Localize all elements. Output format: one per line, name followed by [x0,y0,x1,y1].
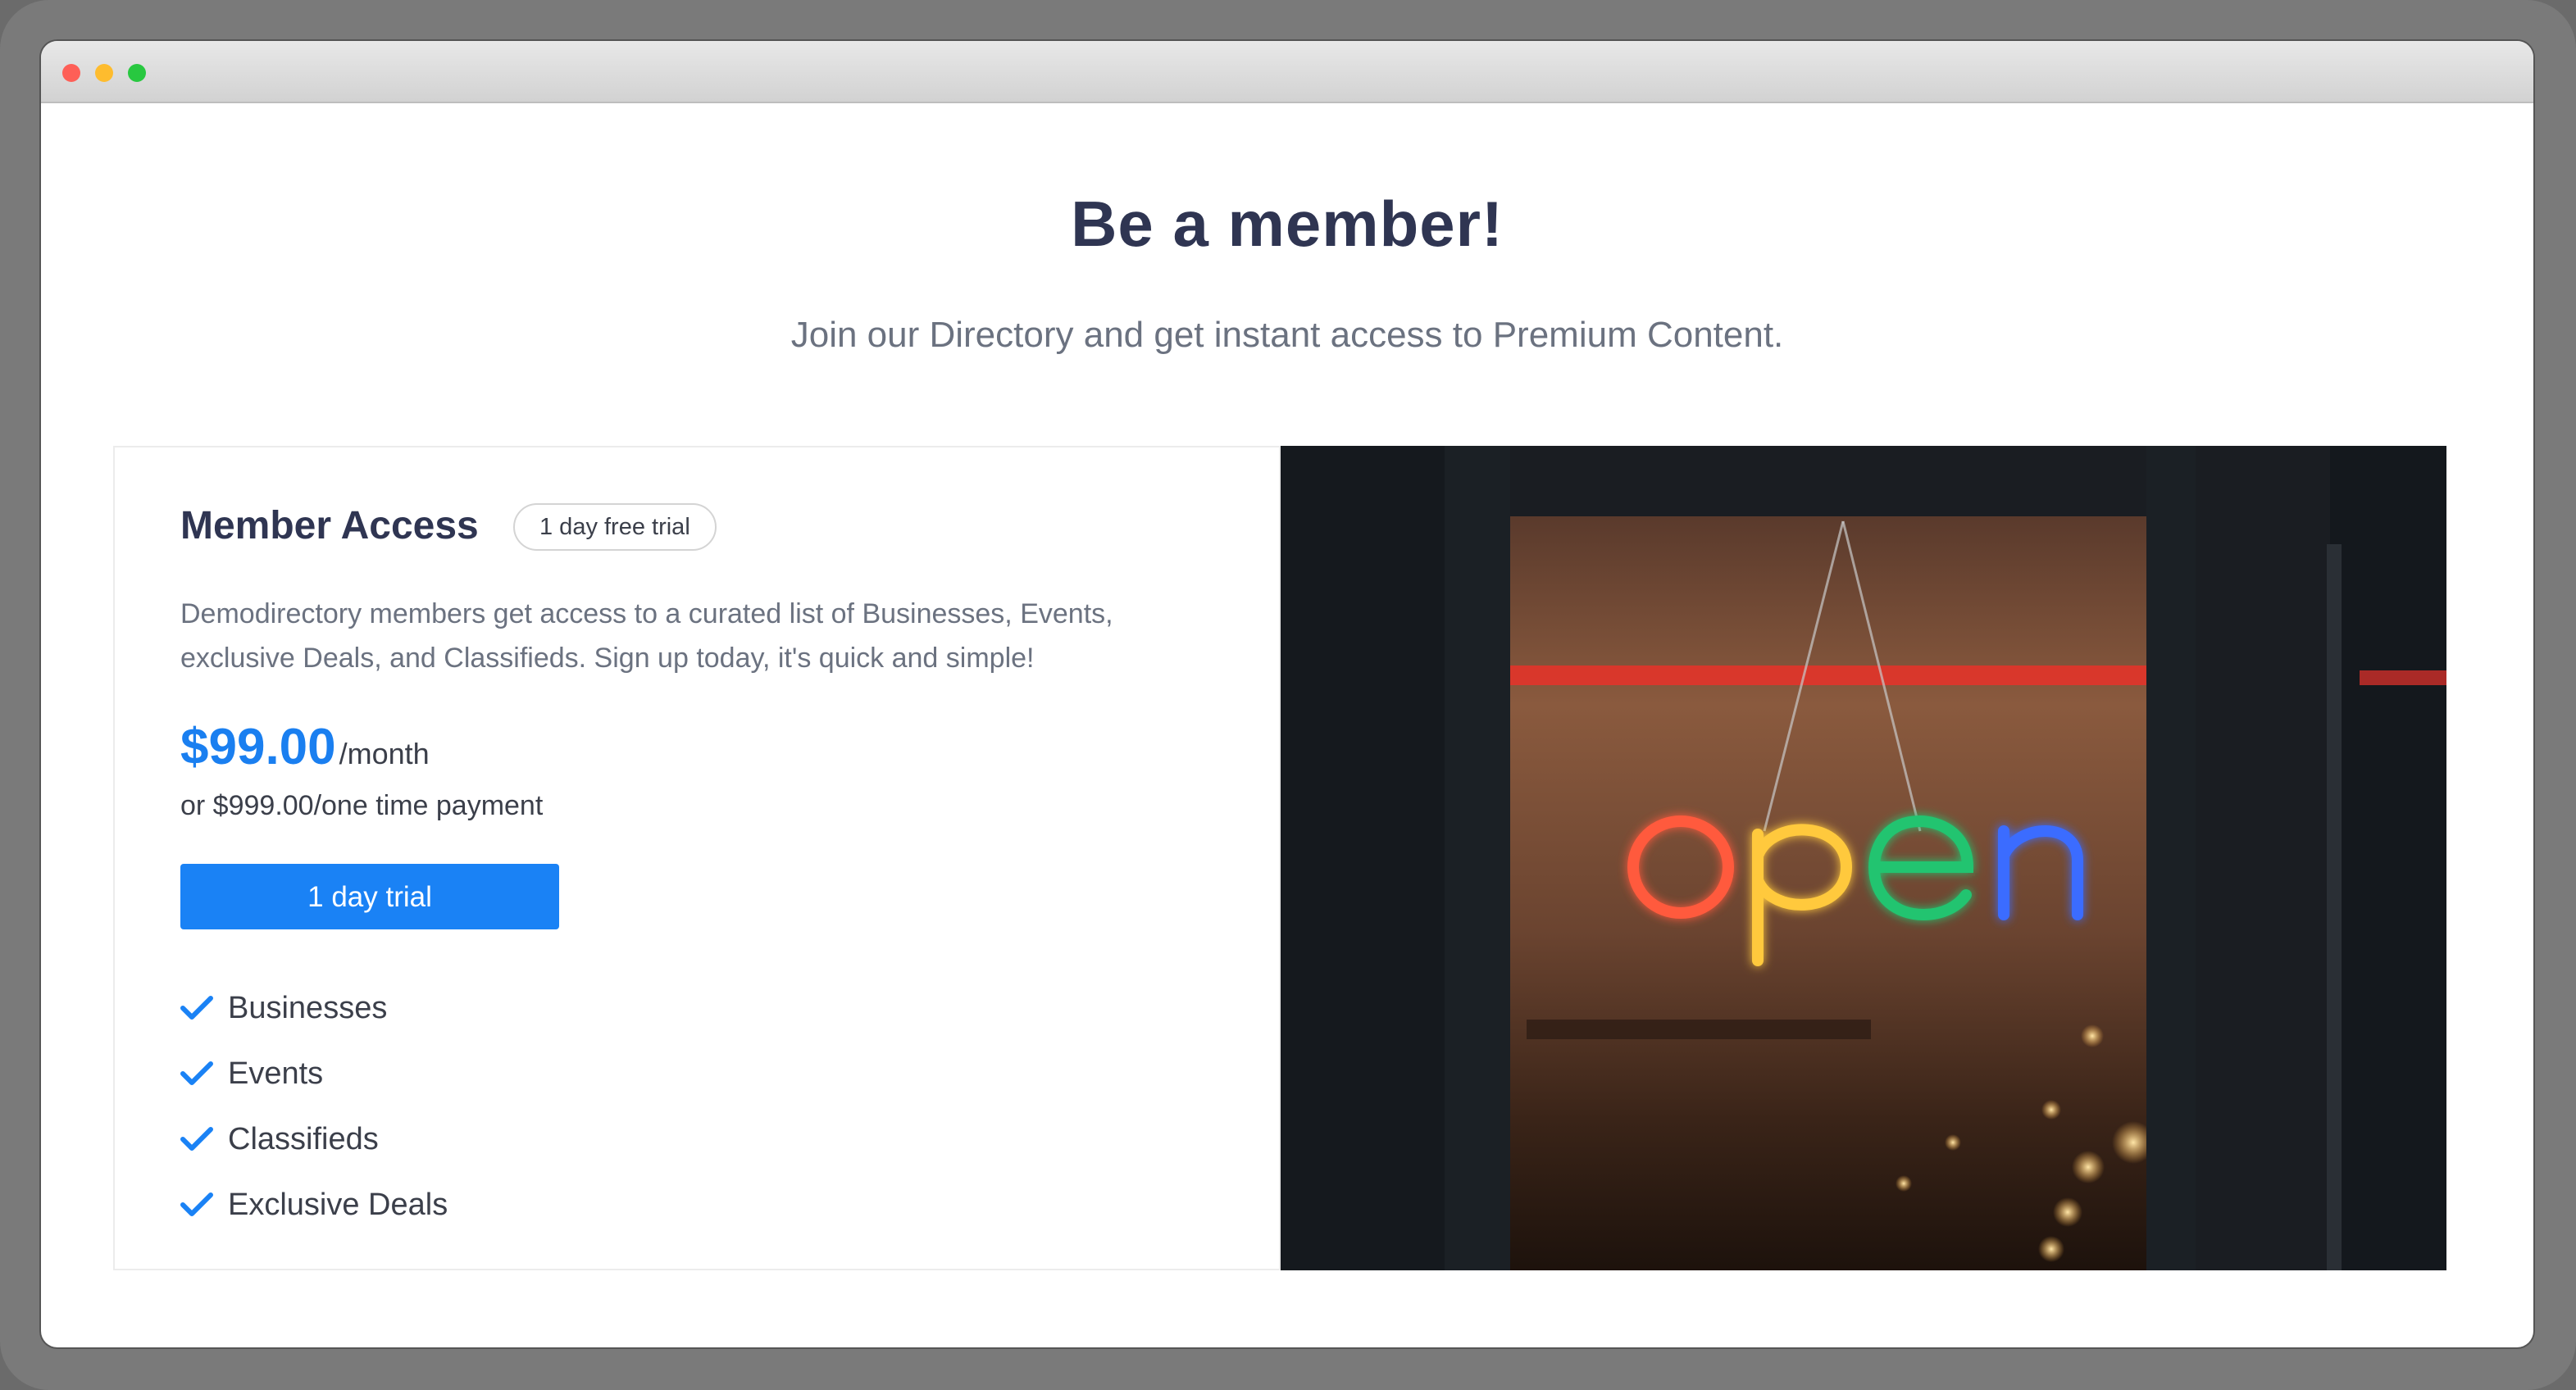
checkmark-icon [180,1127,213,1151]
maximize-window-button[interactable] [128,64,146,82]
feature-label: Events [228,1056,324,1091]
close-window-button[interactable] [62,64,80,82]
checkmark-icon [180,996,213,1020]
feature-label: Classifieds [228,1121,379,1156]
trial-badge: 1 day free trial [513,503,717,551]
minimize-window-button[interactable] [95,64,113,82]
start-trial-button[interactable]: 1 day trial [180,864,559,929]
plan-price: $99.00 [180,719,336,775]
one-time-price: or $999.00/one time payment [180,790,544,821]
price-row: $99.00/month [180,718,430,776]
neon-open-sign-photo [1281,446,2446,1270]
feature-item: Businesses [180,975,448,1041]
page-title: Be a member! [1071,188,1504,260]
feature-label: Businesses [228,990,388,1025]
feature-item: Exclusive Deals [180,1172,448,1238]
photo-illustration [1281,446,2446,1270]
feature-item: Classifieds [180,1106,448,1172]
pricing-card: Member Access 1 day free trial Demodirec… [113,446,1281,1270]
feature-list: Businesses Events Classifieds Exclusive … [180,975,448,1238]
device-frame: Be a member! Join our Directory and get … [0,0,2576,1390]
plan-period: /month [339,737,430,770]
checkmark-icon [180,1061,213,1085]
feature-label: Exclusive Deals [228,1187,448,1222]
window-titlebar [41,41,2533,103]
plan-description: Demodirectory members get access to a cu… [180,598,1113,674]
browser-window: Be a member! Join our Directory and get … [41,41,2533,1347]
feature-item: Events [180,1041,448,1106]
checkmark-icon [180,1192,213,1216]
plan-name: Member Access [180,504,479,547]
page-subtitle: Join our Directory and get instant acces… [790,315,1784,355]
